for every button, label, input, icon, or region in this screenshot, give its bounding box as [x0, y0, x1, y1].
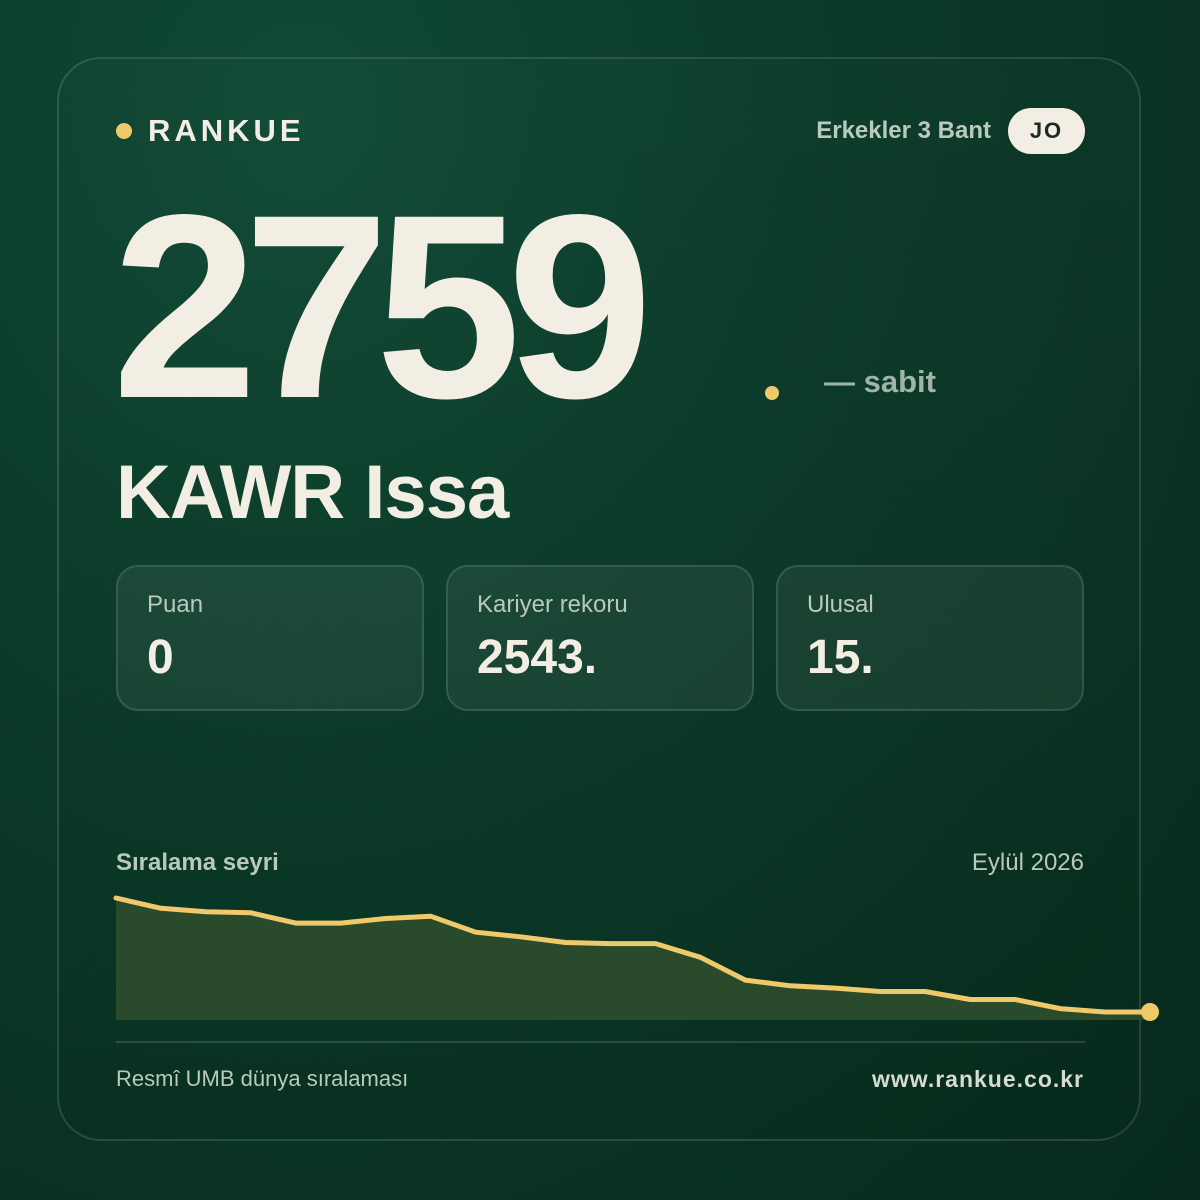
category-label: Erkekler 3 Bant [816, 117, 991, 144]
stat-value: 2543. [477, 631, 598, 684]
stat-label: Ulusal [807, 591, 874, 618]
history-title: Sıralama seyri [116, 849, 279, 876]
stat-card-career-best: Kariyer rekoru 2543. [446, 565, 754, 711]
stat-card-points: Puan 0 [116, 565, 424, 711]
stat-value: 0 [147, 631, 174, 684]
country-badge: JO [1008, 108, 1085, 154]
history-date: Eylül 2026 [971, 849, 1084, 876]
brand-name: RANKUE [148, 113, 305, 148]
rank-trend: — sabit [824, 364, 936, 399]
footer-url[interactable]: www.rankue.co.kr [872, 1064, 1084, 1094]
footer-divider [116, 1041, 1085, 1043]
chart-endpoint-marker [1141, 1003, 1159, 1021]
player-name: KAWR Issa [116, 450, 509, 535]
rank-dot-icon [765, 386, 779, 400]
rank-history-chart [113, 895, 1159, 1021]
footer-source: Resmî UMB dünya sıralaması [116, 1066, 409, 1091]
stat-label: Puan [147, 591, 204, 618]
stat-label: Kariyer rekoru [477, 591, 628, 618]
world-rank: 2759 [112, 160, 653, 453]
stat-value: 15. [807, 631, 874, 684]
brand: RANKUE [116, 112, 305, 150]
stat-card-national: Ulusal 15. [776, 565, 1084, 711]
brand-dot-icon [116, 123, 132, 139]
